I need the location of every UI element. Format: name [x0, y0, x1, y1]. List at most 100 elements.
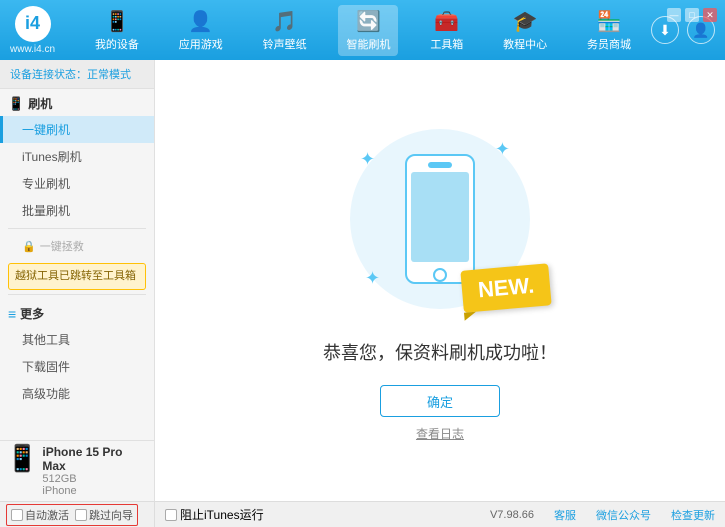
sidebar-item-advanced[interactable]: 高级功能 — [0, 380, 154, 407]
download-fw-label: 下载固件 — [22, 360, 70, 374]
onekey-flash-label: 一键刷机 — [22, 123, 70, 137]
version-label: V7.98.66 — [490, 509, 534, 521]
batch-flash-label: 批量刷机 — [22, 204, 70, 218]
lock-icon: 🔒 — [22, 240, 36, 253]
status-prefix: 设备连接状态： — [10, 69, 87, 81]
sidebar: 设备连接状态：正常模式 📱 刷机 一键刷机 iTunes刷机 专业刷机 批量刷机… — [0, 60, 155, 501]
bottom-sidebar-section: 自动激活 跳过向导 — [0, 502, 155, 527]
logo-icon: i4 — [15, 6, 51, 42]
device-storage: 512GB — [42, 473, 148, 485]
success-message: 恭喜您，保资料刷机成功啦！ — [323, 339, 557, 365]
skip-guide-checkbox[interactable] — [75, 509, 87, 521]
phone-body — [405, 154, 475, 284]
logo-url: www.i4.cn — [10, 44, 55, 55]
customer-service-link[interactable]: 客服 — [554, 507, 576, 523]
nav-tutorial[interactable]: 🎓 教程中心 — [495, 5, 555, 56]
confirm-btn-label: 确定 — [427, 392, 453, 411]
device-name: iPhone 15 Pro Max — [42, 445, 148, 473]
new-badge-text: NEW. — [477, 273, 535, 303]
pro-flash-label: 专业刷机 — [22, 177, 70, 191]
device-info-panel: 📱 iPhone 15 Pro Max 512GB iPhone — [0, 440, 155, 501]
sparkle-tr-icon: ✦ — [495, 139, 510, 160]
phone-notch — [428, 162, 452, 168]
status-value: 正常模式 — [87, 69, 131, 81]
rescue-warning-box: 越狱工具已跳转至工具箱 — [8, 263, 146, 290]
check-update-link[interactable]: 检查更新 — [671, 507, 715, 523]
divider-2 — [8, 294, 146, 295]
advanced-label: 高级功能 — [22, 387, 70, 401]
rescue-warning-text: 越狱工具已跳转至工具箱 — [15, 270, 136, 282]
itunes-flash-label: iTunes刷机 — [22, 150, 82, 164]
auto-activate-checkbox[interactable] — [11, 509, 23, 521]
more-section-label: 更多 — [20, 305, 44, 322]
device-text-area: iPhone 15 Pro Max 512GB iPhone — [42, 445, 148, 497]
nav-tutorial-icon: 🎓 — [513, 9, 538, 34]
sidebar-item-batch-flash[interactable]: 批量刷机 — [0, 197, 154, 224]
confirm-button[interactable]: 确定 — [380, 385, 500, 417]
nav-smart-flash[interactable]: 🔄 智能刷机 — [338, 5, 398, 56]
itunes-checkbox[interactable] — [165, 509, 177, 521]
sidebar-item-itunes-flash[interactable]: iTunes刷机 — [0, 143, 154, 170]
sidebar-item-other-tools[interactable]: 其他工具 — [0, 326, 154, 353]
main-area: 设备连接状态：正常模式 📱 刷机 一键刷机 iTunes刷机 专业刷机 批量刷机… — [0, 60, 725, 501]
content-area: ✦ ✦ ✦ NEW. 恭喜您，保资料刷机成功啦！ 确定 查看日志 — [155, 60, 725, 501]
auto-activate-label: 自动激活 — [25, 507, 69, 523]
more-section-icon: ≡ — [8, 306, 16, 322]
nav-apps-games[interactable]: 👤 应用游戏 — [171, 5, 231, 56]
sidebar-item-pro-flash[interactable]: 专业刷机 — [0, 170, 154, 197]
sidebar-status: 设备连接状态：正常模式 — [0, 60, 154, 89]
nav-tutorial-label: 教程中心 — [503, 36, 547, 52]
nav-service[interactable]: 🏪 务员商城 — [579, 5, 639, 56]
nav-service-label: 务员商城 — [587, 36, 631, 52]
phone-home-btn — [433, 268, 447, 282]
nav-ringtone[interactable]: 🎵 铃声壁纸 — [255, 5, 315, 56]
device-phone-icon: 📱 — [6, 445, 38, 471]
bottom-bar: 自动激活 跳过向导 阻止iTunes运行 V7.98.66 客服 微信公众号 检… — [0, 501, 725, 527]
sidebar-item-download-fw[interactable]: 下载固件 — [0, 353, 154, 380]
nav-smartflash-label: 智能刷机 — [346, 36, 390, 52]
sparkle-bl-icon: ✦ — [365, 268, 380, 289]
nav-toolbox[interactable]: 🧰 工具箱 — [422, 5, 471, 56]
nav-apps-label: 应用游戏 — [179, 36, 223, 52]
restore-btn[interactable]: □ — [685, 8, 699, 22]
section-flash: 📱 刷机 — [0, 89, 154, 116]
sidebar-item-onekey-flash[interactable]: 一键刷机 — [0, 116, 154, 143]
divider-1 — [8, 228, 146, 229]
wechat-link[interactable]: 微信公众号 — [596, 507, 651, 523]
bottom-right-section: 阻止iTunes运行 V7.98.66 客服 微信公众号 检查更新 — [155, 506, 725, 523]
section-more: ≡ 更多 — [0, 299, 154, 326]
nav-mydevice-icon: 📱 — [104, 9, 129, 34]
nav-mydevice-label: 我的设备 — [95, 36, 139, 52]
sparkle-tl-icon: ✦ — [360, 149, 375, 170]
view-log-link[interactable]: 查看日志 — [416, 425, 464, 442]
itunes-label: 阻止iTunes运行 — [180, 506, 264, 523]
flash-section-icon: 📱 — [8, 96, 24, 112]
nav-smartflash-icon: 🔄 — [356, 9, 381, 34]
flash-section-label: 刷机 — [28, 95, 52, 112]
itunes-check-item: 阻止iTunes运行 — [165, 506, 264, 523]
checkbox-area: 自动激活 跳过向导 — [6, 504, 138, 526]
nav-toolbox-label: 工具箱 — [430, 36, 463, 52]
nav-ringtone-icon: 🎵 — [272, 9, 297, 34]
nav-apps-icon: 👤 — [188, 9, 213, 34]
nav-toolbox-icon: 🧰 — [434, 9, 459, 34]
logo: i4 www.i4.cn — [10, 6, 55, 55]
phone-screen — [411, 172, 469, 262]
device-type: iPhone — [42, 485, 148, 497]
nav-service-icon: 🏪 — [597, 9, 622, 34]
other-tools-label: 其他工具 — [22, 333, 70, 347]
sidebar-rescue-disabled: 🔒 一键拯救 — [0, 233, 154, 259]
auto-activate-item: 自动激活 — [11, 507, 69, 523]
rescue-label: 一键拯救 — [40, 238, 84, 254]
minimize-btn[interactable]: — — [667, 8, 681, 22]
nav-my-device[interactable]: 📱 我的设备 — [87, 5, 147, 56]
skip-guide-item: 跳过向导 — [75, 507, 133, 523]
skip-guide-label: 跳过向导 — [89, 507, 133, 523]
close-btn[interactable]: ✕ — [703, 8, 717, 22]
phone-illustration: ✦ ✦ ✦ NEW. — [340, 119, 540, 319]
nav-bar: 📱 我的设备 👤 应用游戏 🎵 铃声壁纸 🔄 智能刷机 🧰 工具箱 🎓 教程中心… — [75, 5, 651, 56]
window-controls: — □ ✕ — [667, 8, 717, 22]
device-info: 📱 iPhone 15 Pro Max 512GB iPhone — [6, 445, 148, 497]
new-badge: NEW. — [460, 263, 552, 313]
header: — □ ✕ i4 www.i4.cn 📱 我的设备 👤 应用游戏 🎵 铃声壁纸 … — [0, 0, 725, 60]
